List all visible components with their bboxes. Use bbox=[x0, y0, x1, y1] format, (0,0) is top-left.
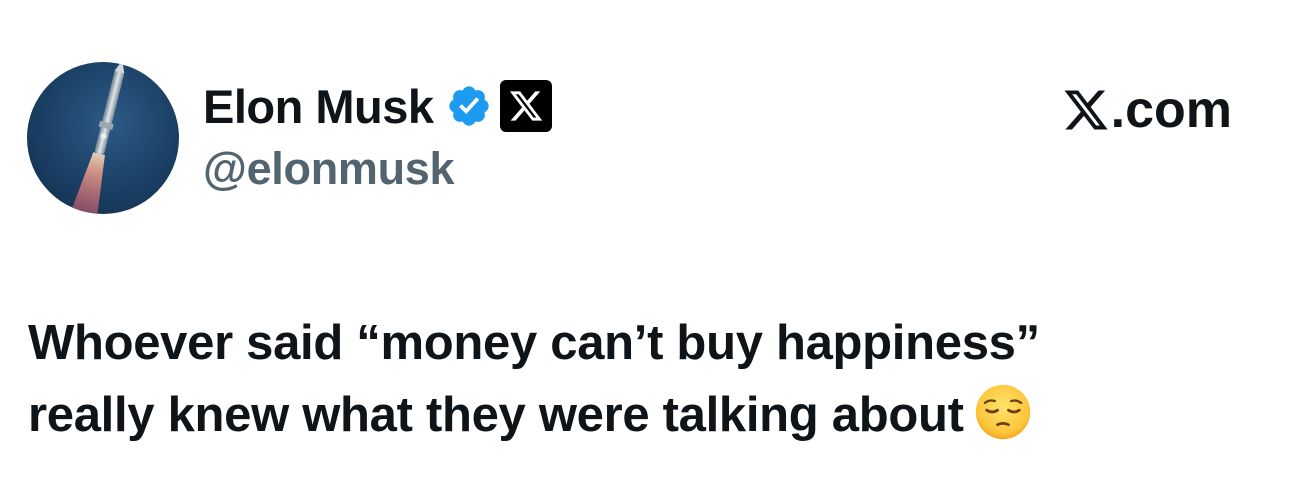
affiliate-x-badge bbox=[499, 80, 552, 132]
site-label: .com bbox=[1062, 84, 1232, 136]
author-display-name[interactable]: Elon Musk bbox=[203, 83, 434, 130]
author-handle[interactable]: @elonmusk bbox=[203, 146, 455, 191]
tweet-text-line-2-wrap: really knew what they were talking about bbox=[28, 379, 1258, 451]
tweet-text-line-1: Whoever said “money can’t buy happiness” bbox=[28, 316, 1040, 370]
tweet-card: Elon Musk @elonmusk .com Whoever said “m… bbox=[0, 0, 1290, 489]
author-name-row: Elon Musk bbox=[203, 78, 552, 134]
tweet-text-line-2: really knew what they were talking about bbox=[28, 388, 964, 442]
site-label-text: .com bbox=[1110, 81, 1232, 139]
pensive-face-emoji-icon bbox=[975, 384, 1030, 440]
rocket-launch-avatar-image bbox=[69, 62, 125, 214]
verified-badge-icon bbox=[448, 86, 489, 126]
x-logo-icon bbox=[509, 91, 542, 121]
avatar[interactable] bbox=[27, 62, 179, 214]
x-logo-icon bbox=[1064, 90, 1108, 130]
tweet-text: Whoever said “money can’t buy happiness”… bbox=[28, 307, 1258, 451]
